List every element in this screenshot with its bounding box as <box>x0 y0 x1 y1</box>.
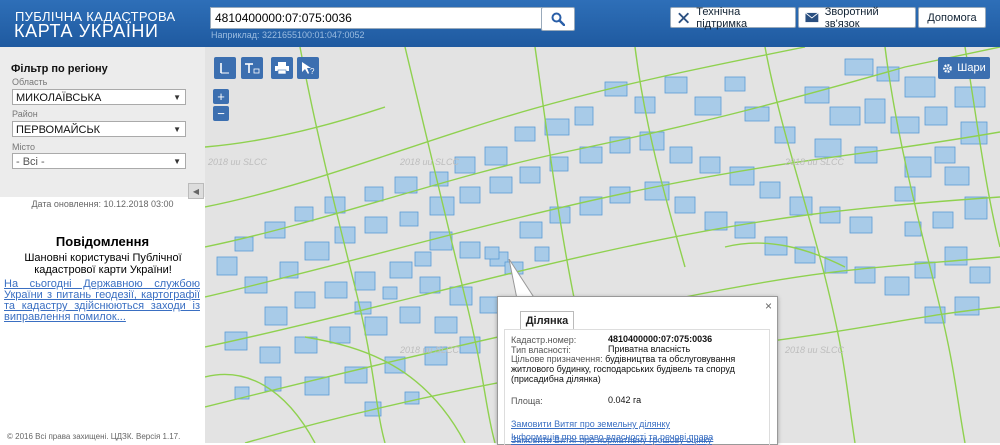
watermark: 2018 ии SLCC <box>400 345 460 355</box>
parcel-popup: × Ділянка Кадастр.номер: 4810400000:07:0… <box>497 296 778 445</box>
dropdown-arrow-icon: ▼ <box>173 157 181 166</box>
district-value: ПЕРВОМАЙСЬК <box>16 124 101 136</box>
search-button[interactable] <box>541 7 575 31</box>
zoom-in-button[interactable]: + <box>213 89 229 104</box>
dropdown-arrow-icon: ▼ <box>173 93 181 102</box>
identify-button[interactable]: ? <box>297 57 319 79</box>
popup-pointer <box>508 259 537 299</box>
cadnum-label: Кадастр.номер: <box>511 335 577 345</box>
zoom-out-button[interactable]: − <box>213 106 229 121</box>
city-value: - Всі - <box>16 156 45 168</box>
region-value: МИКОЛАЇВСЬКА <box>16 92 102 104</box>
copyright: © 2016 Всі права захищені. ЦДЗК. Версія … <box>7 432 181 441</box>
watermark: 2018 ии SLCC <box>400 157 460 167</box>
header: ПУБЛІЧНА КАДАСТРОВА КАРТА УКРАЇНИ 481040… <box>0 0 1000 47</box>
print-button[interactable] <box>271 57 293 79</box>
ownership-value: Приватна власність <box>608 344 691 354</box>
purpose: Цільове призначення: будівництва та обсл… <box>511 354 761 384</box>
feedback-label: Зворотний зв'язок <box>824 5 879 30</box>
support-button[interactable]: Технічна підтримка <box>670 5 796 30</box>
measure-length-button[interactable] <box>214 57 236 79</box>
measure-area-button[interactable] <box>241 57 263 79</box>
region-label: Область <box>12 77 48 87</box>
collapse-panel-button[interactable]: ◀ <box>188 183 204 199</box>
filter-title: Фільтр по регіону <box>11 63 108 75</box>
district-label: Район <box>12 109 38 119</box>
printer-icon <box>275 62 289 74</box>
close-icon[interactable]: × <box>765 299 772 313</box>
district-select[interactable]: ПЕРВОМАЙСЬК ▼ <box>12 121 186 137</box>
area-icon <box>245 63 260 74</box>
update-date: Дата оновлення: 10.12.2018 03:00 <box>31 199 174 209</box>
gear-icon <box>943 63 953 73</box>
search-hint: Наприклад: 3221655100:01:047:0052 <box>211 30 365 40</box>
cadnum-value: 4810400000:07:075:0036 <box>608 334 713 344</box>
chevron-left-icon: ◀ <box>192 186 200 196</box>
envelope-icon <box>805 12 819 23</box>
city-label: Місто <box>12 142 36 152</box>
purpose-label: Цільове призначення: <box>511 354 603 364</box>
layers-button[interactable]: Шари <box>938 57 990 79</box>
svg-text:?: ? <box>310 67 315 75</box>
help-button[interactable]: Допомога <box>918 7 986 28</box>
cursor-question-icon: ? <box>302 62 315 75</box>
help-label: Допомога <box>927 11 977 24</box>
area-label: Площа: <box>511 396 543 406</box>
ownership-info-link[interactable]: Інформація про право власності та речові… <box>511 432 713 442</box>
notice-text: Шановні користувачі Публічної кадастрово… <box>24 252 182 276</box>
feedback-button[interactable]: Зворотний зв'язок <box>798 5 916 30</box>
notice-title: Повідомлення <box>55 234 150 249</box>
tools-icon <box>678 12 690 23</box>
search-icon <box>551 12 565 26</box>
dropdown-arrow-icon: ▼ <box>173 125 181 134</box>
city-select[interactable]: - Всі - ▼ <box>12 153 186 169</box>
ruler-icon <box>220 63 229 74</box>
notice-link[interactable]: На сьогодні Державною службою України з … <box>4 279 200 323</box>
region-filter: Фільтр по регіону Область МИКОЛАЇВСЬКА ▼… <box>0 47 205 199</box>
logo-line2[interactable]: КАРТА УКРАЇНИ <box>14 21 159 42</box>
area-value: 0.042 га <box>608 395 642 405</box>
tab-parcel[interactable]: Ділянка <box>520 311 574 329</box>
popup-body: Кадастр.номер: 4810400000:07:075:0036 Ти… <box>504 329 770 445</box>
watermark: 2018 ии SLCC <box>785 345 845 355</box>
region-select[interactable]: МИКОЛАЇВСЬКА ▼ <box>12 89 186 105</box>
search-input[interactable]: 4810400000:07:075:0036 <box>210 7 542 29</box>
support-label: Технічна підтримка <box>696 5 748 30</box>
left-panel: Фільтр по регіону Область МИКОЛАЇВСЬКА ▼… <box>0 47 205 443</box>
layers-label: Шари <box>957 62 986 74</box>
order-extract-link[interactable]: Замовити Витяг про земельну ділянку <box>511 419 670 429</box>
watermark: 2018 ии SLCC <box>785 157 845 167</box>
watermark: 2018 ии SLCC <box>208 157 268 167</box>
